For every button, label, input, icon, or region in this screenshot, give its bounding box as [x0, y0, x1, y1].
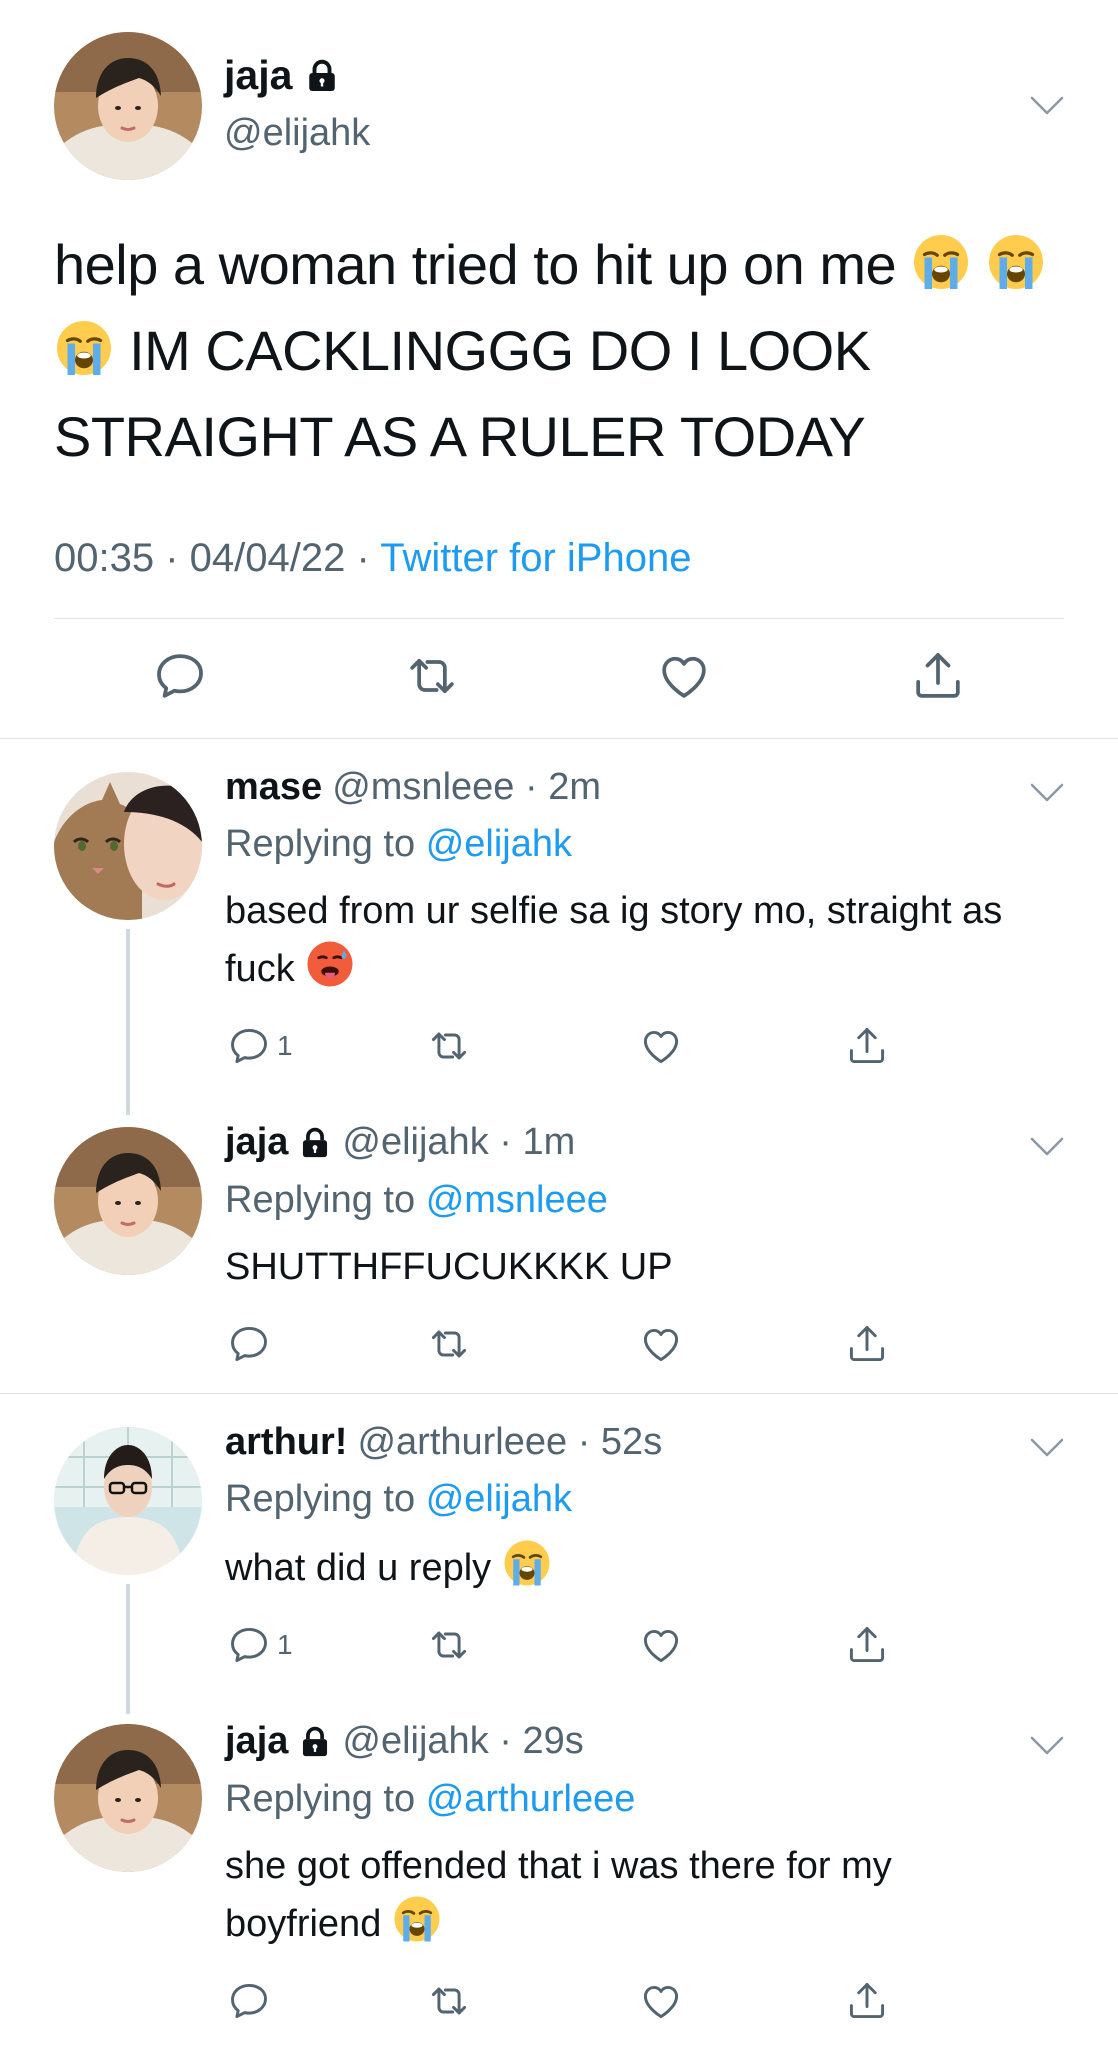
lock-icon [298, 1126, 332, 1160]
retweet-icon[interactable] [427, 1978, 471, 2024]
lock-icon [304, 58, 340, 94]
reply-header[interactable]: jaja @elijahk · 1m [225, 1121, 575, 1164]
reply-icon [227, 1024, 271, 1068]
share-icon[interactable] [845, 1978, 889, 2024]
replying-to-link[interactable]: @elijahk [426, 1478, 572, 1520]
tweet-text: help a woman tried to hit up on me IM CA… [54, 222, 1064, 480]
author-handle[interactable]: @elijahk [224, 112, 370, 155]
reply-count: 1 [277, 1030, 293, 1061]
reply-handle: @elijahk [342, 1720, 489, 1762]
reply-icon[interactable] [227, 1978, 271, 2024]
thread-line [126, 1584, 130, 1714]
reply-time: 1m [522, 1121, 576, 1163]
main-tweet-actions [0, 648, 1118, 708]
avatar[interactable] [54, 772, 202, 920]
reply-group: arthur! @arthurleee · 52s Replying to @e… [0, 1394, 1118, 2048]
reply-count: 1 [277, 1629, 293, 1660]
reply-icon[interactable] [152, 648, 208, 704]
reply-button[interactable]: 1 [227, 1023, 293, 1069]
avatar[interactable] [54, 1724, 202, 1872]
replying-to-link[interactable]: @msnleee [426, 1179, 608, 1221]
replying-to: Replying to @elijahk [225, 823, 572, 865]
replying-to: Replying to @elijahk [225, 1478, 572, 1520]
like-icon[interactable] [639, 1978, 683, 2024]
reply-actions: 1 [225, 1023, 925, 1073]
reply-handle: @arthurleee [357, 1421, 568, 1463]
tweet-text-part2: IM CACKLINGGG DO I LOOK STRAIGHT AS A RU… [54, 319, 871, 468]
retweet-icon[interactable] [427, 1321, 471, 1367]
divider [54, 618, 1064, 619]
loudly-crying-emoji-icon [911, 232, 971, 292]
retweet-icon[interactable] [427, 1622, 471, 1668]
hot-face-emoji-icon [305, 939, 355, 989]
reply-display-name: jaja [225, 1121, 289, 1163]
retweet-icon[interactable] [404, 648, 460, 704]
like-icon[interactable] [639, 1622, 683, 1668]
reply-header[interactable]: arthur! @arthurleee · 52s [225, 1421, 662, 1464]
reply-text: SHUTTHFFUCUKKKK UP [225, 1246, 673, 1288]
avatar[interactable] [54, 32, 202, 180]
like-icon[interactable] [639, 1321, 683, 1367]
reply-icon[interactable] [227, 1321, 271, 1367]
reply-handle: @msnleee [332, 766, 515, 808]
chevron-down-icon[interactable] [1030, 1736, 1064, 1756]
replying-to: Replying to @msnleee [225, 1179, 608, 1221]
chevron-down-icon[interactable] [1030, 96, 1064, 116]
avatar[interactable] [54, 1127, 202, 1275]
thread-line [126, 929, 130, 1115]
reply-text: she got offended that i was there for my… [225, 1845, 892, 1945]
reply-text: based from ur selfie sa ig story mo, str… [225, 890, 1003, 990]
reply-actions [225, 1321, 925, 1371]
reply-time: 2m [548, 766, 601, 808]
loudly-crying-emoji-icon [54, 318, 114, 378]
reply-display-name: mase [225, 766, 323, 808]
share-icon[interactable] [910, 648, 966, 704]
replying-to: Replying to @arthurleee [225, 1778, 636, 1820]
chevron-down-icon[interactable] [1030, 1438, 1064, 1458]
loudly-crying-emoji-icon [502, 1538, 552, 1588]
share-icon[interactable] [845, 1321, 889, 1367]
retweet-icon[interactable] [427, 1023, 471, 1069]
reply-time: 29s [522, 1720, 584, 1762]
reply-text: what did u reply [225, 1538, 1045, 1596]
like-icon[interactable] [656, 648, 712, 704]
reply-icon [227, 1623, 271, 1667]
tweet-thread-page: jaja @elijahk help a woman tried to hit … [0, 0, 1118, 2048]
share-icon[interactable] [845, 1023, 889, 1069]
like-icon[interactable] [639, 1023, 683, 1069]
author-name-row[interactable]: jaja [224, 52, 340, 99]
share-icon[interactable] [845, 1622, 889, 1668]
chevron-down-icon[interactable] [1030, 783, 1064, 803]
reply-button[interactable]: 1 [227, 1622, 293, 1668]
replying-to-link[interactable]: @elijahk [426, 823, 572, 865]
reply-header[interactable]: mase @msnleee · 2m [225, 766, 601, 809]
tweet-source-link[interactable]: Twitter for iPhone [380, 536, 691, 580]
reply-display-name: arthur! [225, 1421, 348, 1463]
reply-actions [225, 1978, 925, 2028]
avatar[interactable] [54, 1427, 202, 1575]
reply-group: mase @msnleee · 2m Replying to @elijahk … [0, 739, 1118, 1393]
main-tweet: jaja @elijahk help a woman tried to hit … [0, 0, 1118, 739]
reply-header[interactable]: jaja @elijahk · 29s [225, 1720, 584, 1763]
lock-icon [298, 1725, 332, 1759]
reply-display-name: jaja [225, 1720, 289, 1762]
chevron-down-icon[interactable] [1030, 1137, 1064, 1157]
tweet-meta: 00:35 · 04/04/22 · Twitter for iPhone [54, 536, 692, 580]
loudly-crying-emoji-icon [392, 1894, 442, 1944]
reply-actions: 1 [225, 1622, 925, 1672]
reply-handle: @elijahk [342, 1121, 489, 1163]
loudly-crying-emoji-icon [986, 232, 1046, 292]
replying-to-link[interactable]: @arthurleee [426, 1778, 636, 1820]
tweet-date: 04/04/22 [189, 536, 346, 580]
tweet-time: 00:35 [54, 536, 155, 580]
tweet-text-part1: help a woman tried to hit up on me [54, 233, 897, 296]
reply-time: 52s [600, 1421, 663, 1463]
author-display-name: jaja [224, 52, 293, 98]
